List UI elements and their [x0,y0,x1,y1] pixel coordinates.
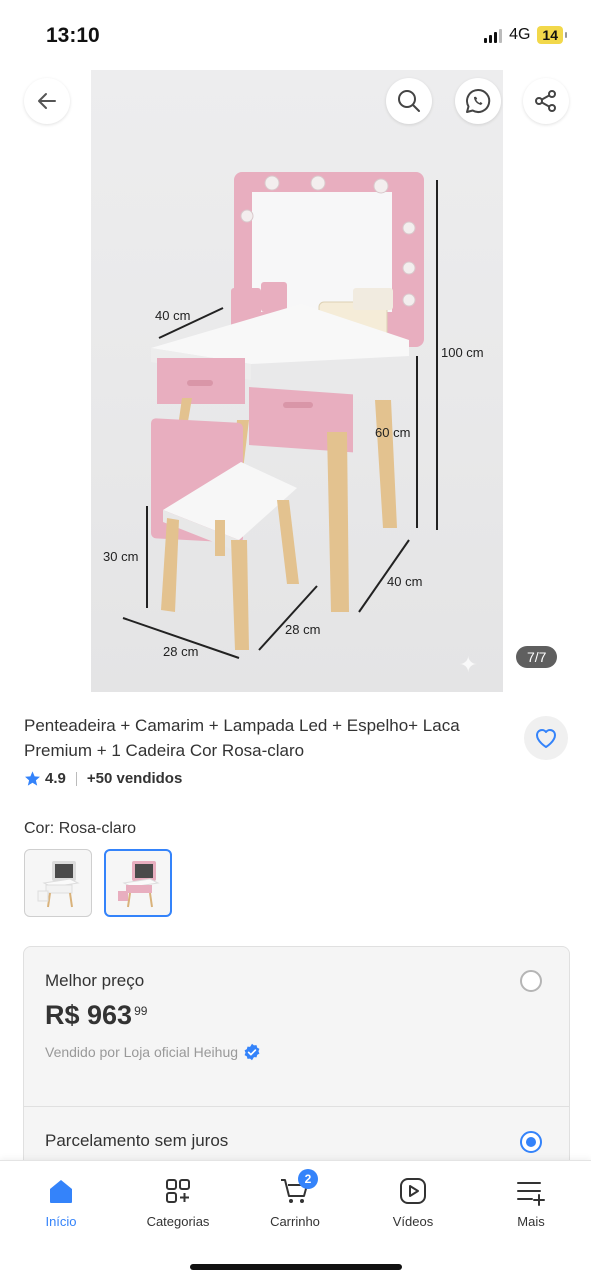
verified-badge-icon [244,1043,260,1061]
vanity-pink-thumbnail [118,861,160,908]
seller-info[interactable]: Vendido por Loja oficial Heihug [45,1043,261,1061]
rating-value: 4.9 [45,770,66,787]
product-image[interactable]: 40 cm 100 cm 60 cm 30 cm 40 cm 28 cm 28 … [91,0,503,692]
network-type: 4G [509,26,531,43]
installment-radio[interactable] [520,1131,542,1153]
search-icon [398,90,420,112]
battery-icon: 14 [537,26,567,44]
price-main: R$ 963 [45,1000,133,1030]
bottom-nav: Início Categorias 2 Carrinho Vídeos Mais [0,1160,591,1280]
product-gallery[interactable]: 40 cm 100 cm 60 cm 30 cm 40 cm 28 cm 28 … [0,0,591,692]
nav-label: Carrinho [270,1214,320,1229]
nav-label: Categorias [146,1214,210,1229]
divider [75,771,77,786]
nav-mais[interactable]: Mais [476,1173,586,1229]
more-list-icon [517,1182,545,1206]
status-time: 13:10 [46,24,100,47]
nav-videos[interactable]: Vídeos [358,1173,468,1229]
best-price-label: Melhor preço [45,971,145,990]
sparkle-icon: ✦ [459,652,477,677]
vanity-illustration: 40 cm 100 cm 60 cm 30 cm 40 cm 28 cm 28 … [103,172,484,677]
svg-text:60 cm: 60 cm [375,425,410,440]
nav-categorias[interactable]: Categorias [123,1173,233,1229]
svg-text:30 cm: 30 cm [103,549,138,564]
status-indicators: 4G 14 [484,26,567,44]
color-selector-label: Cor: Rosa-claro [24,820,136,838]
search-button[interactable] [386,78,432,124]
status-bar: 13:10 4G 14 [0,0,591,70]
divider [24,1106,569,1107]
svg-text:28 cm: 28 cm [163,644,198,659]
cart-badge: 2 [298,1169,318,1189]
price-cents: 99 [134,1004,148,1018]
whatsapp-button[interactable] [455,78,501,124]
color-option-white[interactable] [24,849,92,917]
nav-label: Início [45,1214,77,1229]
svg-text:28 cm: 28 cm [285,622,320,637]
heart-icon [536,729,556,748]
installment-label: Parcelamento sem juros [45,1131,229,1150]
categories-icon [166,1179,190,1203]
whatsapp-icon [466,88,491,113]
video-icon [400,1178,426,1204]
color-value: Rosa-claro [58,820,137,837]
seller-text: Vendido por Loja oficial Heihug [45,1044,239,1060]
home-icon [50,1180,72,1203]
price: R$ 963 99 [45,1000,147,1031]
svg-text:40 cm: 40 cm [155,308,190,323]
share-button[interactable] [523,78,569,124]
nav-label: Vídeos [392,1214,434,1229]
star-icon [25,771,40,786]
svg-text:40 cm: 40 cm [387,574,422,589]
svg-text:100 cm: 100 cm [441,345,484,360]
image-counter: 7/7 [516,646,558,668]
arrow-left-icon [38,93,56,109]
product-title: Penteadeira + Camarim + Lampada Led + Es… [24,716,460,760]
share-icon [535,90,556,112]
nav-label: Mais [517,1214,545,1229]
signal-icon [484,28,503,43]
color-label: Cor: [24,820,55,837]
favorite-button[interactable] [524,716,568,760]
nav-carrinho[interactable]: 2 Carrinho [240,1169,350,1229]
vanity-white-thumbnail [37,861,80,908]
sold-count: +50 vendidos [86,770,183,787]
home-indicator [190,1264,402,1270]
best-price-radio[interactable] [520,970,542,992]
buy-box: Melhor preço R$ 963 99 Vendido por Loja … [23,946,570,1196]
color-option-pink[interactable] [104,849,172,917]
nav-inicio[interactable]: Início [6,1173,116,1229]
rating-row[interactable]: 4.9 +50 vendidos [24,770,182,787]
back-button[interactable] [24,78,70,124]
